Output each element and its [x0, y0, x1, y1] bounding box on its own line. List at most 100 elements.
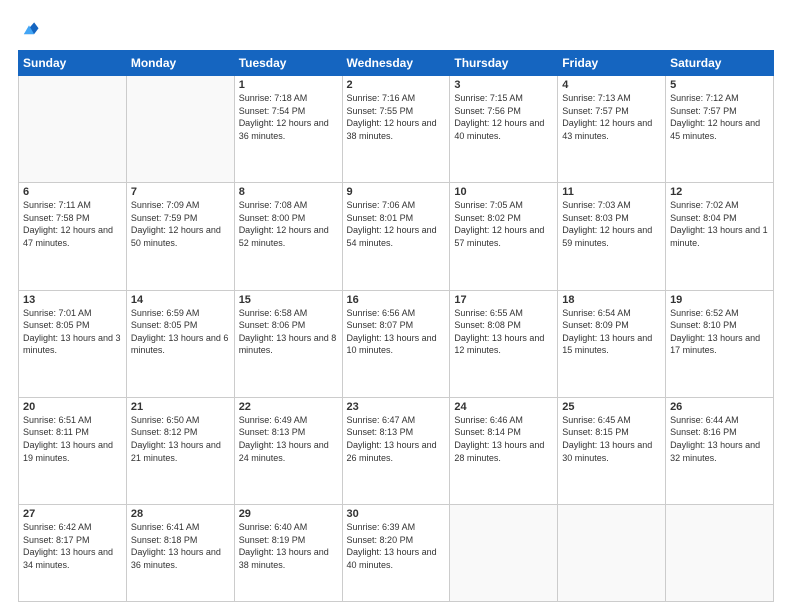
weekday-header: Sunday [19, 51, 127, 76]
day-info: Sunrise: 6:50 AM Sunset: 8:12 PM Dayligh… [131, 414, 230, 464]
day-info: Sunrise: 6:41 AM Sunset: 8:18 PM Dayligh… [131, 521, 230, 571]
calendar-cell: 1Sunrise: 7:18 AM Sunset: 7:54 PM Daylig… [234, 76, 342, 183]
calendar-cell: 10Sunrise: 7:05 AM Sunset: 8:02 PM Dayli… [450, 183, 558, 290]
day-number: 10 [454, 186, 553, 198]
weekday-header: Saturday [666, 51, 774, 76]
calendar-cell: 15Sunrise: 6:58 AM Sunset: 8:06 PM Dayli… [234, 290, 342, 397]
calendar-cell: 19Sunrise: 6:52 AM Sunset: 8:10 PM Dayli… [666, 290, 774, 397]
day-number: 29 [239, 508, 338, 520]
calendar-cell [19, 76, 127, 183]
calendar-cell: 22Sunrise: 6:49 AM Sunset: 8:13 PM Dayli… [234, 397, 342, 504]
calendar-cell: 21Sunrise: 6:50 AM Sunset: 8:12 PM Dayli… [126, 397, 234, 504]
calendar-week-row: 1Sunrise: 7:18 AM Sunset: 7:54 PM Daylig… [19, 76, 774, 183]
calendar-cell: 27Sunrise: 6:42 AM Sunset: 8:17 PM Dayli… [19, 505, 127, 602]
day-number: 19 [670, 294, 769, 306]
calendar-cell: 14Sunrise: 6:59 AM Sunset: 8:05 PM Dayli… [126, 290, 234, 397]
day-number: 9 [347, 186, 446, 198]
day-info: Sunrise: 7:08 AM Sunset: 8:00 PM Dayligh… [239, 199, 338, 249]
day-number: 15 [239, 294, 338, 306]
calendar-cell: 17Sunrise: 6:55 AM Sunset: 8:08 PM Dayli… [450, 290, 558, 397]
day-number: 17 [454, 294, 553, 306]
day-number: 21 [131, 401, 230, 413]
calendar-cell: 28Sunrise: 6:41 AM Sunset: 8:18 PM Dayli… [126, 505, 234, 602]
day-info: Sunrise: 7:13 AM Sunset: 7:57 PM Dayligh… [562, 92, 661, 142]
day-number: 5 [670, 79, 769, 91]
calendar-cell: 29Sunrise: 6:40 AM Sunset: 8:19 PM Dayli… [234, 505, 342, 602]
calendar-week-row: 13Sunrise: 7:01 AM Sunset: 8:05 PM Dayli… [19, 290, 774, 397]
calendar-cell: 20Sunrise: 6:51 AM Sunset: 8:11 PM Dayli… [19, 397, 127, 504]
weekday-header: Tuesday [234, 51, 342, 76]
calendar-cell: 13Sunrise: 7:01 AM Sunset: 8:05 PM Dayli… [19, 290, 127, 397]
calendar-cell [126, 76, 234, 183]
day-info: Sunrise: 6:39 AM Sunset: 8:20 PM Dayligh… [347, 521, 446, 571]
day-info: Sunrise: 7:16 AM Sunset: 7:55 PM Dayligh… [347, 92, 446, 142]
day-info: Sunrise: 6:56 AM Sunset: 8:07 PM Dayligh… [347, 307, 446, 357]
calendar-cell: 8Sunrise: 7:08 AM Sunset: 8:00 PM Daylig… [234, 183, 342, 290]
calendar-cell: 25Sunrise: 6:45 AM Sunset: 8:15 PM Dayli… [558, 397, 666, 504]
day-info: Sunrise: 6:58 AM Sunset: 8:06 PM Dayligh… [239, 307, 338, 357]
logo [18, 18, 44, 40]
weekday-header: Monday [126, 51, 234, 76]
day-number: 28 [131, 508, 230, 520]
calendar-cell: 2Sunrise: 7:16 AM Sunset: 7:55 PM Daylig… [342, 76, 450, 183]
calendar-cell: 18Sunrise: 6:54 AM Sunset: 8:09 PM Dayli… [558, 290, 666, 397]
calendar-cell: 12Sunrise: 7:02 AM Sunset: 8:04 PM Dayli… [666, 183, 774, 290]
day-number: 8 [239, 186, 338, 198]
day-number: 4 [562, 79, 661, 91]
calendar-cell: 7Sunrise: 7:09 AM Sunset: 7:59 PM Daylig… [126, 183, 234, 290]
day-number: 27 [23, 508, 122, 520]
day-info: Sunrise: 7:05 AM Sunset: 8:02 PM Dayligh… [454, 199, 553, 249]
day-number: 22 [239, 401, 338, 413]
day-info: Sunrise: 7:12 AM Sunset: 7:57 PM Dayligh… [670, 92, 769, 142]
calendar-cell: 4Sunrise: 7:13 AM Sunset: 7:57 PM Daylig… [558, 76, 666, 183]
day-info: Sunrise: 6:47 AM Sunset: 8:13 PM Dayligh… [347, 414, 446, 464]
calendar-cell: 6Sunrise: 7:11 AM Sunset: 7:58 PM Daylig… [19, 183, 127, 290]
day-number: 1 [239, 79, 338, 91]
day-info: Sunrise: 7:18 AM Sunset: 7:54 PM Dayligh… [239, 92, 338, 142]
calendar-cell: 9Sunrise: 7:06 AM Sunset: 8:01 PM Daylig… [342, 183, 450, 290]
day-number: 7 [131, 186, 230, 198]
weekday-header: Thursday [450, 51, 558, 76]
calendar-cell [450, 505, 558, 602]
day-info: Sunrise: 6:44 AM Sunset: 8:16 PM Dayligh… [670, 414, 769, 464]
day-info: Sunrise: 6:49 AM Sunset: 8:13 PM Dayligh… [239, 414, 338, 464]
calendar-cell: 23Sunrise: 6:47 AM Sunset: 8:13 PM Dayli… [342, 397, 450, 504]
day-info: Sunrise: 6:42 AM Sunset: 8:17 PM Dayligh… [23, 521, 122, 571]
day-info: Sunrise: 6:40 AM Sunset: 8:19 PM Dayligh… [239, 521, 338, 571]
day-number: 6 [23, 186, 122, 198]
calendar-cell: 3Sunrise: 7:15 AM Sunset: 7:56 PM Daylig… [450, 76, 558, 183]
day-info: Sunrise: 6:45 AM Sunset: 8:15 PM Dayligh… [562, 414, 661, 464]
calendar-cell: 16Sunrise: 6:56 AM Sunset: 8:07 PM Dayli… [342, 290, 450, 397]
day-number: 2 [347, 79, 446, 91]
page: SundayMondayTuesdayWednesdayThursdayFrid… [0, 0, 792, 612]
day-number: 3 [454, 79, 553, 91]
day-number: 24 [454, 401, 553, 413]
calendar-table: SundayMondayTuesdayWednesdayThursdayFrid… [18, 50, 774, 602]
day-info: Sunrise: 6:59 AM Sunset: 8:05 PM Dayligh… [131, 307, 230, 357]
day-info: Sunrise: 6:51 AM Sunset: 8:11 PM Dayligh… [23, 414, 122, 464]
calendar-cell [666, 505, 774, 602]
day-info: Sunrise: 7:01 AM Sunset: 8:05 PM Dayligh… [23, 307, 122, 357]
day-number: 16 [347, 294, 446, 306]
day-number: 23 [347, 401, 446, 413]
day-info: Sunrise: 7:06 AM Sunset: 8:01 PM Dayligh… [347, 199, 446, 249]
calendar-cell: 11Sunrise: 7:03 AM Sunset: 8:03 PM Dayli… [558, 183, 666, 290]
day-info: Sunrise: 7:09 AM Sunset: 7:59 PM Dayligh… [131, 199, 230, 249]
calendar-cell: 24Sunrise: 6:46 AM Sunset: 8:14 PM Dayli… [450, 397, 558, 504]
day-info: Sunrise: 7:11 AM Sunset: 7:58 PM Dayligh… [23, 199, 122, 249]
logo-icon [18, 18, 40, 40]
day-info: Sunrise: 7:02 AM Sunset: 8:04 PM Dayligh… [670, 199, 769, 249]
header [18, 18, 774, 40]
weekday-header-row: SundayMondayTuesdayWednesdayThursdayFrid… [19, 51, 774, 76]
calendar-cell [558, 505, 666, 602]
day-number: 14 [131, 294, 230, 306]
weekday-header: Wednesday [342, 51, 450, 76]
day-info: Sunrise: 6:46 AM Sunset: 8:14 PM Dayligh… [454, 414, 553, 464]
day-number: 11 [562, 186, 661, 198]
calendar-cell: 5Sunrise: 7:12 AM Sunset: 7:57 PM Daylig… [666, 76, 774, 183]
day-number: 18 [562, 294, 661, 306]
day-number: 25 [562, 401, 661, 413]
day-info: Sunrise: 7:03 AM Sunset: 8:03 PM Dayligh… [562, 199, 661, 249]
day-info: Sunrise: 6:52 AM Sunset: 8:10 PM Dayligh… [670, 307, 769, 357]
day-info: Sunrise: 6:54 AM Sunset: 8:09 PM Dayligh… [562, 307, 661, 357]
